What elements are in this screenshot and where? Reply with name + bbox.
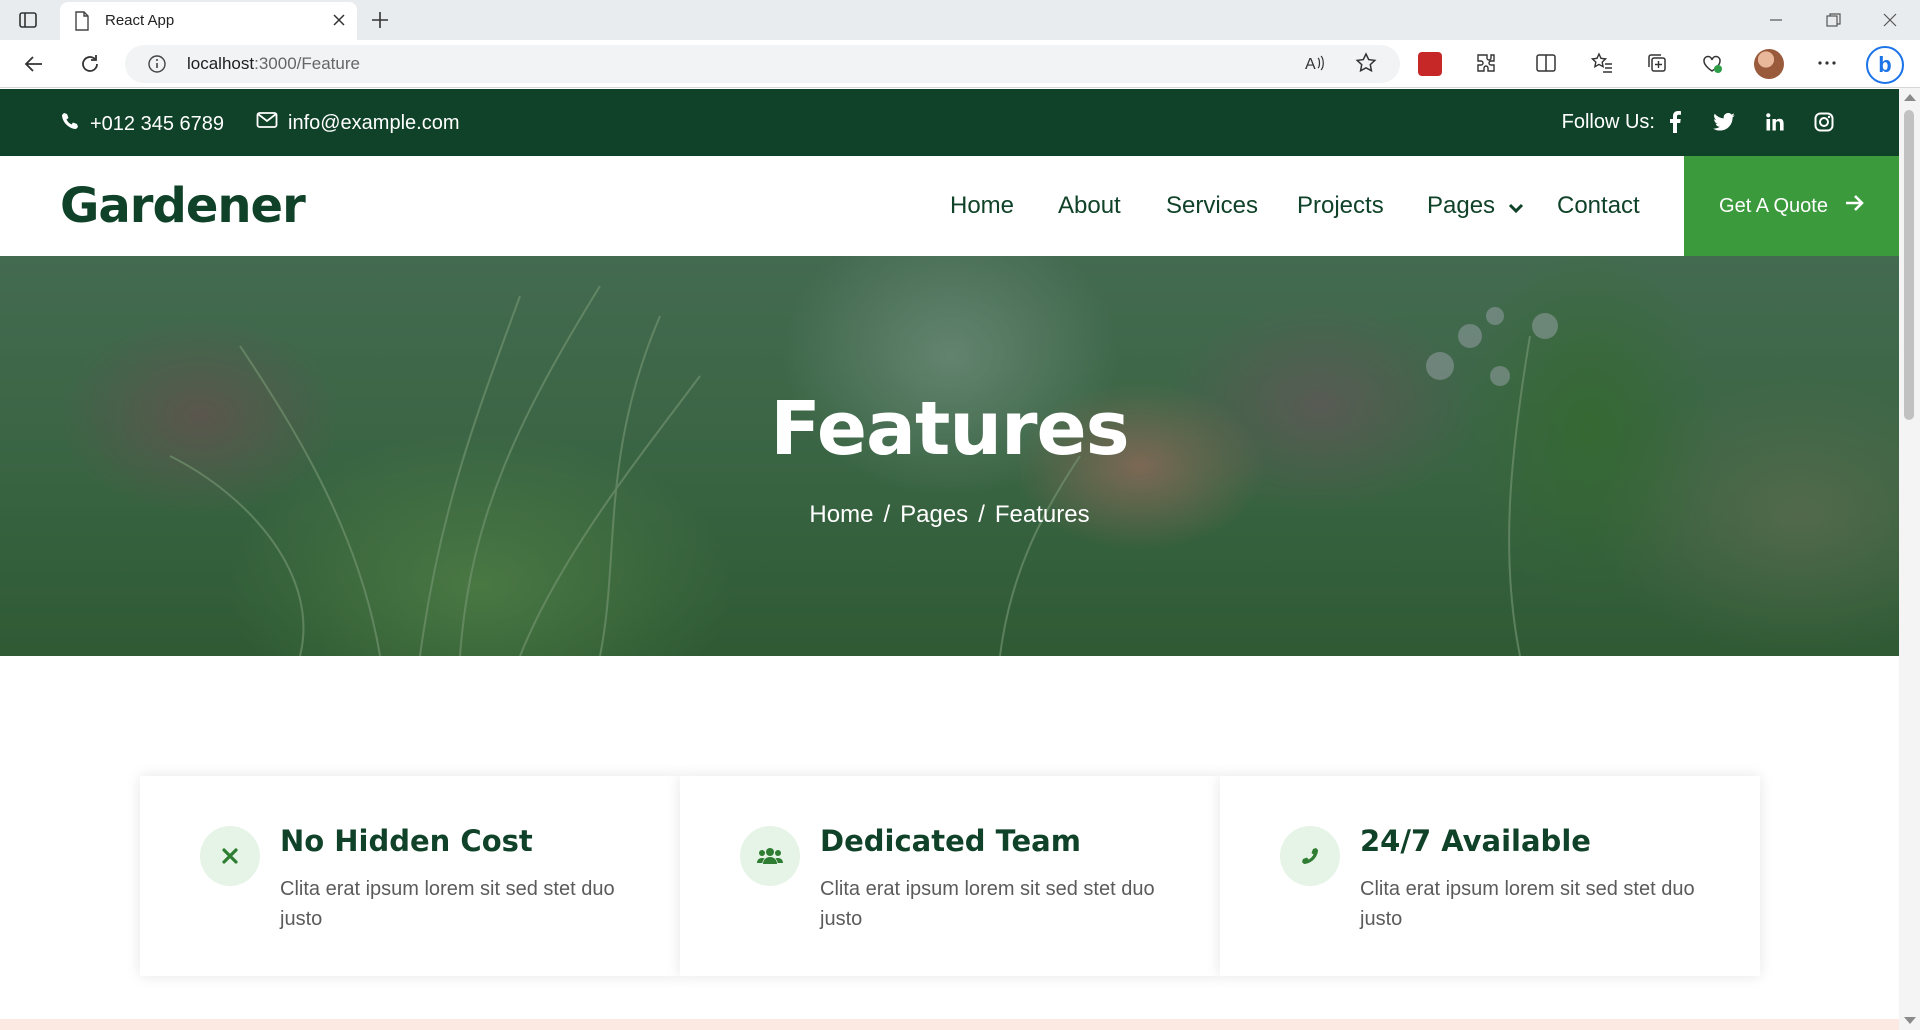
address-bar[interactable]: localhost:3000/Feature xyxy=(125,45,1400,83)
get-a-quote-button[interactable]: Get A Quote xyxy=(1684,156,1899,256)
feature-title: Dedicated Team xyxy=(820,824,1081,858)
phone-icon xyxy=(1280,826,1340,886)
feature-card-24-7-available: 24/7 Available Clita erat ipsum lorem si… xyxy=(1220,776,1760,976)
page-viewport: +012 345 6789 info@example.com Follow Us… xyxy=(0,89,1899,1030)
svg-text:A: A xyxy=(1305,56,1316,73)
tab-title: React App xyxy=(105,12,175,29)
restore-icon[interactable] xyxy=(1823,10,1843,34)
breadcrumb: Home / Pages / Features xyxy=(0,501,1899,529)
feature-card-dedicated-team: Dedicated Team Clita erat ipsum lorem si… xyxy=(680,776,1220,976)
facebook-icon[interactable] xyxy=(1662,109,1688,135)
envelope-icon xyxy=(256,111,278,135)
phone-icon xyxy=(60,111,80,137)
chevron-down-icon xyxy=(1508,193,1524,221)
favorite-star-icon[interactable] xyxy=(1354,51,1378,79)
tab-actions-icon[interactable] xyxy=(17,9,39,31)
breadcrumb-home[interactable]: Home xyxy=(809,501,873,528)
nav-contact[interactable]: Contact xyxy=(1557,192,1640,220)
browser-toolbar: localhost:3000/Feature A b xyxy=(0,40,1920,88)
browser-essentials-icon[interactable] xyxy=(1700,51,1724,79)
profile-avatar[interactable] xyxy=(1754,49,1784,79)
page-header-hero: Features Home / Pages / Features xyxy=(0,256,1899,656)
minimize-icon[interactable] xyxy=(1766,10,1786,34)
quote-button-label: Get A Quote xyxy=(1719,194,1828,217)
scroll-thumb[interactable] xyxy=(1904,110,1914,420)
site-info-icon[interactable] xyxy=(147,54,167,78)
nav-services[interactable]: Services xyxy=(1166,192,1258,220)
scroll-down-icon[interactable] xyxy=(1904,1017,1916,1024)
nav-about[interactable]: About xyxy=(1058,192,1121,220)
feature-text: Clita erat ipsum lorem sit sed stet duo … xyxy=(280,878,615,930)
feature-card-no-hidden-cost: No Hidden Cost Clita erat ipsum lorem si… xyxy=(140,776,680,976)
url-path: :3000/Feature xyxy=(254,54,360,73)
nav-projects[interactable]: Projects xyxy=(1297,192,1384,220)
brand-logo[interactable]: Gardener xyxy=(60,178,306,234)
url-host: localhost xyxy=(187,54,255,73)
back-icon[interactable] xyxy=(22,52,46,80)
feature-text: Clita erat ipsum lorem sit sed stet duo … xyxy=(1360,878,1695,930)
extensions-puzzle-icon[interactable] xyxy=(1474,51,1498,79)
phone-number: +012 345 6789 xyxy=(90,112,225,135)
page-title: Features xyxy=(770,386,1129,472)
close-window-icon[interactable] xyxy=(1880,10,1900,34)
follow-us-label: Follow Us: xyxy=(1561,111,1655,133)
users-icon xyxy=(740,826,800,886)
nav-pages-label: Pages xyxy=(1427,192,1496,219)
breadcrumb-current: Features xyxy=(994,501,1090,528)
extension-red-icon[interactable] xyxy=(1418,52,1442,76)
breadcrumb-separator: / xyxy=(883,501,891,528)
new-tab-icon[interactable] xyxy=(368,8,392,36)
tab-close-icon[interactable] xyxy=(331,12,347,32)
next-section-edge xyxy=(0,1019,1899,1030)
more-options-icon[interactable] xyxy=(1815,51,1839,79)
times-icon xyxy=(200,826,260,886)
breadcrumb-pages[interactable]: Pages xyxy=(900,501,968,528)
page-doc-icon xyxy=(73,11,91,35)
browser-tab[interactable]: React App xyxy=(60,2,357,40)
url-text: localhost:3000/Feature xyxy=(187,54,360,74)
split-screen-icon[interactable] xyxy=(1534,51,1558,79)
arrow-right-icon xyxy=(1844,193,1864,219)
email-contact: info@example.com xyxy=(256,111,459,135)
feature-cards: No Hidden Cost Clita erat ipsum lorem si… xyxy=(140,776,1760,976)
collections-icon[interactable] xyxy=(1645,51,1669,79)
feature-title: No Hidden Cost xyxy=(280,824,533,858)
contact-topbar: +012 345 6789 info@example.com Follow Us… xyxy=(0,89,1899,156)
instagram-icon[interactable] xyxy=(1811,109,1837,135)
nav-home[interactable]: Home xyxy=(950,192,1014,220)
breadcrumb-separator: / xyxy=(978,501,985,528)
reload-icon[interactable] xyxy=(78,52,102,80)
main-navbar: Gardener Home About Services Projects Pa… xyxy=(0,156,1899,256)
favorites-icon[interactable] xyxy=(1590,51,1614,79)
copilot-icon[interactable]: b xyxy=(1866,46,1904,84)
feature-text: Clita erat ipsum lorem sit sed stet duo … xyxy=(820,878,1155,930)
page-scrollbar[interactable] xyxy=(1899,88,1920,1030)
email-address: info@example.com xyxy=(288,111,460,134)
phone-contact: +012 345 6789 xyxy=(60,111,224,137)
browser-tab-bar: React App xyxy=(0,0,1920,40)
read-aloud-icon[interactable]: A xyxy=(1303,51,1327,79)
linkedin-icon[interactable] xyxy=(1762,109,1788,135)
nav-pages-dropdown[interactable]: Pages xyxy=(1427,192,1524,221)
scroll-up-icon[interactable] xyxy=(1904,94,1916,101)
twitter-icon[interactable] xyxy=(1711,109,1737,135)
feature-title: 24/7 Available xyxy=(1360,824,1591,858)
